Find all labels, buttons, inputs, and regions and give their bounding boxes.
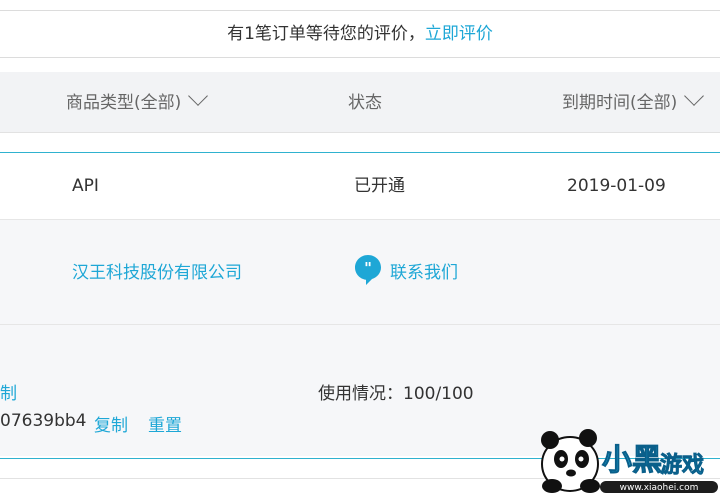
expire-time-filter[interactable]: 到期时间(全部) xyxy=(562,72,705,134)
copy-key-link[interactable]: 复制 xyxy=(94,411,128,436)
order-card: API 已开通 2019-01-09 汉王科技股份有限公司 " 联系我们 制 0… xyxy=(0,152,720,459)
review-now-link[interactable]: 立即评价 xyxy=(425,24,493,44)
watermark-logo: 小黑 游戏 www.xiaohei.com xyxy=(530,426,720,495)
chevron-down-icon xyxy=(188,86,209,106)
chat-bubble-icon: " xyxy=(355,255,381,285)
expire-time-label: 到期时间(全部) xyxy=(562,93,678,113)
order-status: 已开通 xyxy=(354,176,405,196)
notice-text: 有1笔订单等待您的评价， xyxy=(227,24,425,44)
pending-review-notice: 有1笔订单等待您的评价，立即评价 xyxy=(0,10,720,58)
contact-us-button[interactable]: " 联系我们 xyxy=(354,254,458,286)
vendor-company-link[interactable]: 汉王科技股份有限公司 xyxy=(72,258,242,283)
order-table-header: 商品类型(全部) 状态 到期时间(全部) xyxy=(0,72,720,133)
svg-text:小黑: 小黑 xyxy=(602,443,662,478)
vendor-row: 汉王科技股份有限公司 " 联系我们 xyxy=(0,220,720,325)
panda-logo-icon: 小黑 游戏 www.xiaohei.com xyxy=(541,429,718,493)
expire-date: 2019-01-09 xyxy=(567,176,666,196)
reset-key-link[interactable]: 重置 xyxy=(148,411,182,436)
product-name: API xyxy=(72,176,99,196)
order-summary-row: API 已开通 2019-01-09 xyxy=(0,153,720,220)
chevron-down-icon xyxy=(684,86,705,106)
svg-text:www.xiaohei.com: www.xiaohei.com xyxy=(620,483,699,493)
product-type-label: 商品类型(全部) xyxy=(66,93,182,113)
product-type-filter[interactable]: 商品类型(全部) xyxy=(66,72,209,134)
contact-us-label: 联系我们 xyxy=(390,262,458,283)
copy-link-partial[interactable]: 制 xyxy=(0,379,17,404)
svg-text:游戏: 游戏 xyxy=(660,452,704,478)
svg-text:": " xyxy=(364,259,372,277)
status-header: 状态 xyxy=(348,93,382,113)
usage-info: 使用情况：100/100 xyxy=(318,384,474,404)
api-key-value: 07639bb4 xyxy=(0,411,87,431)
